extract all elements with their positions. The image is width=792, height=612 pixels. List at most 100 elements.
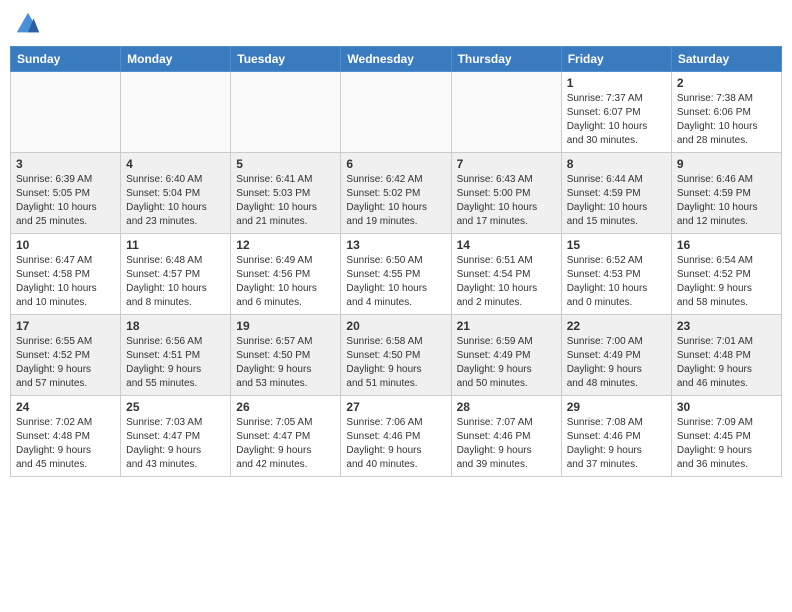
- calendar-cell-w1-d3: 6 Sunrise: 6:42 AM Sunset: 5:02 PM Daylig…: [341, 153, 451, 234]
- day-number: 29: [567, 400, 666, 414]
- calendar-cell-w0-d3: [341, 72, 451, 153]
- day-number: 16: [677, 238, 776, 252]
- day-number: 18: [126, 319, 225, 333]
- calendar-cell-w2-d0: 10 Sunrise: 6:47 AM Sunset: 4:58 PM Dayli…: [11, 234, 121, 315]
- day-number: 7: [457, 157, 556, 171]
- day-info: Sunrise: 6:40 AM Sunset: 5:04 PM Dayligh…: [126, 173, 225, 229]
- calendar-cell-w0-d0: [11, 72, 121, 153]
- calendar-cell-w3-d4: 21Sunrise: 6:59 AM Sunset: 4:49 PM Dayli…: [451, 315, 561, 396]
- calendar-cell-w0-d1: [121, 72, 231, 153]
- day-number: 10: [16, 238, 115, 252]
- day-number: 19: [236, 319, 335, 333]
- weekday-header-friday: Friday: [561, 47, 671, 72]
- day-number: 17: [16, 319, 115, 333]
- day-info: Sunrise: 6:57 AM Sunset: 4:50 PM Dayligh…: [236, 335, 335, 391]
- day-info: Sunrise: 6:56 AM Sunset: 4:51 PM Dayligh…: [126, 335, 225, 391]
- day-number: 9: [677, 157, 776, 171]
- day-number: 20: [346, 319, 445, 333]
- calendar-week-1: 3 Sunrise: 6:39 AM Sunset: 5:05 PM Daylig…: [11, 153, 782, 234]
- day-info: Sunrise: 6:47 AM Sunset: 4:58 PM Dayligh…: [16, 254, 115, 310]
- weekday-header-sunday: Sunday: [11, 47, 121, 72]
- calendar-cell-w1-d4: 7 Sunrise: 6:43 AM Sunset: 5:00 PM Daylig…: [451, 153, 561, 234]
- day-info: Sunrise: 6:52 AM Sunset: 4:53 PM Dayligh…: [567, 254, 666, 310]
- calendar-cell-w1-d2: 5 Sunrise: 6:41 AM Sunset: 5:03 PM Daylig…: [231, 153, 341, 234]
- day-number: 6: [346, 157, 445, 171]
- day-info: Sunrise: 6:58 AM Sunset: 4:50 PM Dayligh…: [346, 335, 445, 391]
- day-number: 5: [236, 157, 335, 171]
- calendar-cell-w2-d5: 15 Sunrise: 6:52 AM Sunset: 4:53 PM Dayli…: [561, 234, 671, 315]
- day-info: Sunrise: 7:38 AM Sunset: 6:06 PM Dayligh…: [677, 92, 776, 148]
- calendar-cell-w4-d0: 24 Sunrise: 7:02 AM Sunset: 4:48 PM Dayli…: [11, 396, 121, 477]
- calendar-week-3: 17Sunrise: 6:55 AM Sunset: 4:52 PM Dayli…: [11, 315, 782, 396]
- calendar-cell-w3-d0: 17Sunrise: 6:55 AM Sunset: 4:52 PM Dayli…: [11, 315, 121, 396]
- day-info: Sunrise: 7:07 AM Sunset: 4:46 PM Dayligh…: [457, 416, 556, 472]
- calendar-week-0: 1 Sunrise: 7:37 AM Sunset: 6:07 PM Daylig…: [11, 72, 782, 153]
- day-number: 28: [457, 400, 556, 414]
- calendar-cell-w3-d6: 23Sunrise: 7:01 AM Sunset: 4:48 PM Dayli…: [671, 315, 781, 396]
- day-number: 11: [126, 238, 225, 252]
- day-info: Sunrise: 6:48 AM Sunset: 4:57 PM Dayligh…: [126, 254, 225, 310]
- day-info: Sunrise: 6:44 AM Sunset: 4:59 PM Dayligh…: [567, 173, 666, 229]
- calendar-cell-w2-d6: 16 Sunrise: 6:54 AM Sunset: 4:52 PM Dayli…: [671, 234, 781, 315]
- day-info: Sunrise: 6:51 AM Sunset: 4:54 PM Dayligh…: [457, 254, 556, 310]
- weekday-header-wednesday: Wednesday: [341, 47, 451, 72]
- day-number: 26: [236, 400, 335, 414]
- day-number: 27: [346, 400, 445, 414]
- day-info: Sunrise: 6:41 AM Sunset: 5:03 PM Dayligh…: [236, 173, 335, 229]
- day-info: Sunrise: 6:54 AM Sunset: 4:52 PM Dayligh…: [677, 254, 776, 310]
- day-number: 4: [126, 157, 225, 171]
- calendar-cell-w0-d2: [231, 72, 341, 153]
- day-info: Sunrise: 6:39 AM Sunset: 5:05 PM Dayligh…: [16, 173, 115, 229]
- day-info: Sunrise: 7:08 AM Sunset: 4:46 PM Dayligh…: [567, 416, 666, 472]
- day-info: Sunrise: 6:43 AM Sunset: 5:00 PM Dayligh…: [457, 173, 556, 229]
- weekday-header-tuesday: Tuesday: [231, 47, 341, 72]
- day-info: Sunrise: 7:00 AM Sunset: 4:49 PM Dayligh…: [567, 335, 666, 391]
- calendar-cell-w3-d2: 19 Sunrise: 6:57 AM Sunset: 4:50 PM Dayli…: [231, 315, 341, 396]
- day-number: 30: [677, 400, 776, 414]
- day-number: 8: [567, 157, 666, 171]
- calendar-cell-w2-d3: 13Sunrise: 6:50 AM Sunset: 4:55 PM Dayli…: [341, 234, 451, 315]
- weekday-header-saturday: Saturday: [671, 47, 781, 72]
- calendar-cell-w4-d5: 29 Sunrise: 7:08 AM Sunset: 4:46 PM Dayli…: [561, 396, 671, 477]
- calendar-table: SundayMondayTuesdayWednesdayThursdayFrid…: [10, 46, 782, 477]
- day-info: Sunrise: 6:42 AM Sunset: 5:02 PM Dayligh…: [346, 173, 445, 229]
- calendar-cell-w2-d4: 14Sunrise: 6:51 AM Sunset: 4:54 PM Dayli…: [451, 234, 561, 315]
- calendar-cell-w4-d4: 28 Sunrise: 7:07 AM Sunset: 4:46 PM Dayli…: [451, 396, 561, 477]
- calendar-cell-w3-d3: 20 Sunrise: 6:58 AM Sunset: 4:50 PM Dayli…: [341, 315, 451, 396]
- day-number: 1: [567, 76, 666, 90]
- day-number: 13: [346, 238, 445, 252]
- calendar-cell-w1-d6: 9 Sunrise: 6:46 AM Sunset: 4:59 PM Daylig…: [671, 153, 781, 234]
- day-number: 25: [126, 400, 225, 414]
- day-number: 3: [16, 157, 115, 171]
- day-info: Sunrise: 7:03 AM Sunset: 4:47 PM Dayligh…: [126, 416, 225, 472]
- calendar-cell-w2-d2: 12Sunrise: 6:49 AM Sunset: 4:56 PM Dayli…: [231, 234, 341, 315]
- day-number: 22: [567, 319, 666, 333]
- day-info: Sunrise: 7:02 AM Sunset: 4:48 PM Dayligh…: [16, 416, 115, 472]
- day-number: 2: [677, 76, 776, 90]
- weekday-header-monday: Monday: [121, 47, 231, 72]
- day-info: Sunrise: 6:46 AM Sunset: 4:59 PM Dayligh…: [677, 173, 776, 229]
- calendar-cell-w0-d4: [451, 72, 561, 153]
- day-info: Sunrise: 6:49 AM Sunset: 4:56 PM Dayligh…: [236, 254, 335, 310]
- calendar-week-4: 24 Sunrise: 7:02 AM Sunset: 4:48 PM Dayli…: [11, 396, 782, 477]
- day-info: Sunrise: 7:37 AM Sunset: 6:07 PM Dayligh…: [567, 92, 666, 148]
- calendar-week-2: 10 Sunrise: 6:47 AM Sunset: 4:58 PM Dayli…: [11, 234, 782, 315]
- day-number: 15: [567, 238, 666, 252]
- logo-icon: [14, 10, 42, 38]
- calendar-cell-w4-d3: 27Sunrise: 7:06 AM Sunset: 4:46 PM Dayli…: [341, 396, 451, 477]
- calendar-cell-w0-d6: 2 Sunrise: 7:38 AM Sunset: 6:06 PM Daylig…: [671, 72, 781, 153]
- calendar-cell-w1-d0: 3 Sunrise: 6:39 AM Sunset: 5:05 PM Daylig…: [11, 153, 121, 234]
- calendar-cell-w3-d1: 18 Sunrise: 6:56 AM Sunset: 4:51 PM Dayli…: [121, 315, 231, 396]
- logo: [14, 10, 46, 38]
- calendar-cell-w4-d6: 30Sunrise: 7:09 AM Sunset: 4:45 PM Dayli…: [671, 396, 781, 477]
- calendar-cell-w1-d1: 4 Sunrise: 6:40 AM Sunset: 5:04 PM Daylig…: [121, 153, 231, 234]
- calendar-cell-w2-d1: 11 Sunrise: 6:48 AM Sunset: 4:57 PM Dayli…: [121, 234, 231, 315]
- day-info: Sunrise: 7:05 AM Sunset: 4:47 PM Dayligh…: [236, 416, 335, 472]
- day-number: 23: [677, 319, 776, 333]
- day-number: 24: [16, 400, 115, 414]
- calendar-cell-w0-d5: 1 Sunrise: 7:37 AM Sunset: 6:07 PM Daylig…: [561, 72, 671, 153]
- calendar-cell-w4-d2: 26 Sunrise: 7:05 AM Sunset: 4:47 PM Dayli…: [231, 396, 341, 477]
- weekday-header-thursday: Thursday: [451, 47, 561, 72]
- day-info: Sunrise: 6:59 AM Sunset: 4:49 PM Dayligh…: [457, 335, 556, 391]
- page-header: [10, 10, 782, 38]
